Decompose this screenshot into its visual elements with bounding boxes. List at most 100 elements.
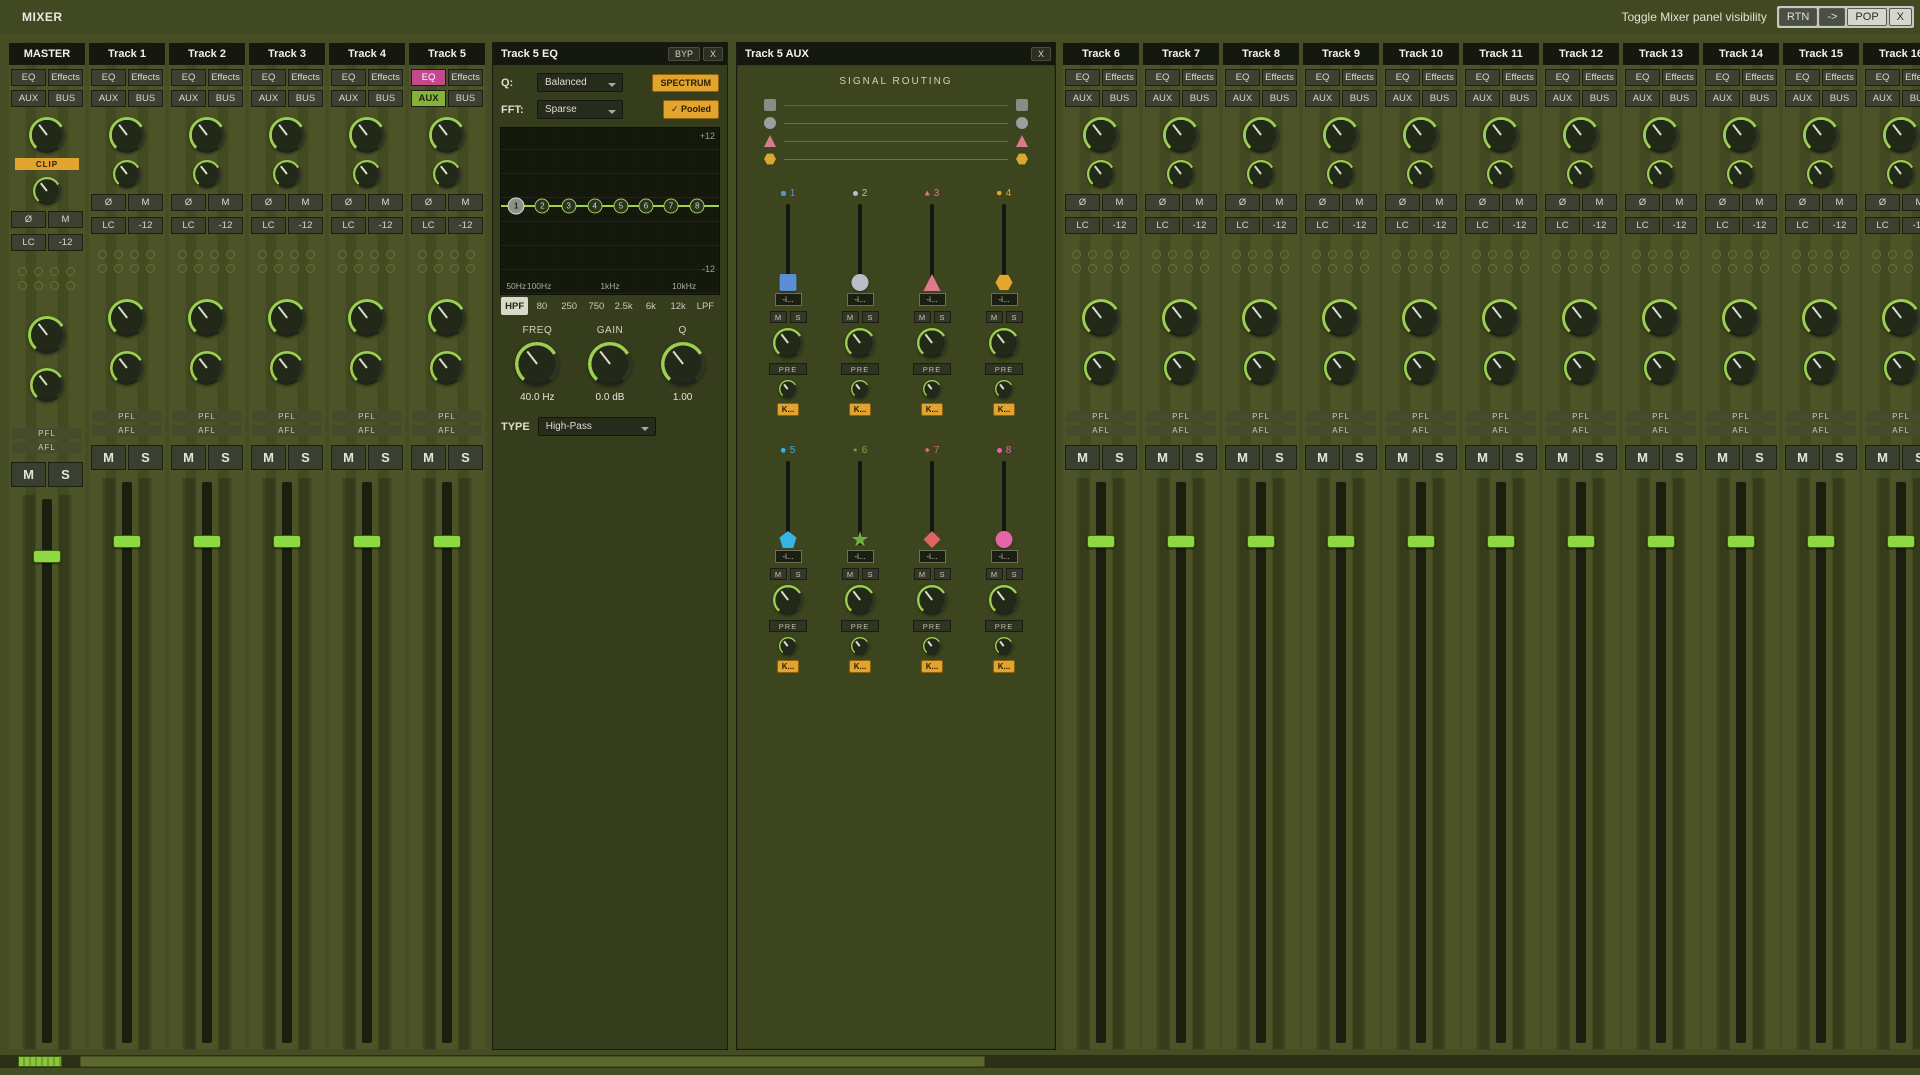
low-cut-button[interactable]: LC: [1385, 217, 1420, 234]
band-tab-lpf[interactable]: LPF: [692, 297, 719, 315]
pfl-button[interactable]: PFL: [12, 428, 82, 439]
mono-button[interactable]: M: [1582, 194, 1617, 211]
send-slot[interactable]: [1200, 264, 1209, 273]
pan-knob[interactable]: [1322, 299, 1360, 337]
solo-button[interactable]: S: [1582, 445, 1617, 470]
send-slot[interactable]: [1488, 264, 1497, 273]
trim-db-button[interactable]: -12: [1902, 217, 1920, 234]
fader-handle[interactable]: [113, 535, 141, 549]
mute-button[interactable]: M: [1785, 445, 1820, 470]
send-slot[interactable]: [338, 250, 347, 259]
pfl-button[interactable]: PFL: [1226, 411, 1296, 422]
fader[interactable]: [1223, 478, 1299, 1049]
send-slot[interactable]: [1552, 250, 1561, 259]
send-slot[interactable]: [1664, 250, 1673, 259]
trim-knob[interactable]: [1247, 160, 1275, 188]
send-value[interactable]: -i...: [774, 293, 802, 306]
width-knob[interactable]: [1404, 351, 1438, 385]
pan-knob[interactable]: [28, 316, 66, 354]
phase-button[interactable]: Ø: [251, 194, 286, 211]
send-fader-handle[interactable]: [923, 274, 941, 291]
pfl-button[interactable]: PFL: [412, 411, 482, 422]
trim-db-button[interactable]: -12: [448, 217, 483, 234]
pan-knob[interactable]: [1882, 299, 1920, 337]
scrollbar-thumb[interactable]: [80, 1056, 985, 1067]
effects-button[interactable]: Effects: [208, 69, 243, 86]
low-cut-button[interactable]: LC: [1145, 217, 1180, 234]
band-tab-hpf[interactable]: HPF: [501, 297, 529, 315]
trim-db-button[interactable]: -12: [368, 217, 403, 234]
send-slot[interactable]: [1408, 250, 1417, 259]
horizontal-scrollbar[interactable]: [0, 1055, 1920, 1068]
pfl-button[interactable]: PFL: [172, 411, 242, 422]
send-fader-handle[interactable]: [851, 531, 869, 547]
fader-handle[interactable]: [1247, 535, 1275, 549]
send-slot[interactable]: [1632, 250, 1641, 259]
pan-knob[interactable]: [1242, 299, 1280, 337]
send-slot[interactable]: [1360, 264, 1369, 273]
send-slot[interactable]: [1632, 264, 1641, 273]
send-mute-button[interactable]: M: [841, 311, 859, 323]
low-cut-button[interactable]: LC: [251, 217, 286, 234]
trim-db-button[interactable]: -12: [1742, 217, 1777, 234]
fader[interactable]: [1543, 478, 1619, 1049]
solo-button[interactable]: S: [48, 462, 83, 487]
send-slot[interactable]: [434, 250, 443, 259]
trim-knob[interactable]: [113, 160, 141, 188]
send-slot[interactable]: [66, 267, 75, 276]
trim-db-button[interactable]: -12: [1342, 217, 1377, 234]
fader[interactable]: [1383, 478, 1459, 1049]
fader-handle[interactable]: [1167, 535, 1195, 549]
send-slot[interactable]: [370, 250, 379, 259]
send-slot[interactable]: [1152, 250, 1161, 259]
send-slot[interactable]: [290, 264, 299, 273]
bus-button[interactable]: BUS: [1582, 90, 1617, 107]
eq-button[interactable]: EQ: [1305, 69, 1340, 86]
send-slot[interactable]: [1760, 250, 1769, 259]
trim-db-button[interactable]: -12: [48, 234, 83, 251]
eq-node-3[interactable]: 3: [561, 198, 577, 214]
send-slot[interactable]: [1744, 264, 1753, 273]
eq-node-1[interactable]: 1: [507, 197, 525, 215]
send-slot[interactable]: [1568, 250, 1577, 259]
pan-knob[interactable]: [348, 299, 386, 337]
solo-button[interactable]: S: [1102, 445, 1137, 470]
low-cut-button[interactable]: LC: [1065, 217, 1100, 234]
send-trim-knob[interactable]: [851, 637, 869, 655]
send-key-button[interactable]: K...: [993, 403, 1015, 416]
mono-button[interactable]: M: [1502, 194, 1537, 211]
afl-button[interactable]: AFL: [92, 425, 162, 436]
send-value[interactable]: -i...: [774, 550, 802, 563]
send-slot[interactable]: [1840, 264, 1849, 273]
send-fader-handle[interactable]: [995, 274, 1013, 291]
trim-knob[interactable]: [1167, 160, 1195, 188]
send-slot[interactable]: [1872, 264, 1881, 273]
mono-button[interactable]: M: [48, 211, 83, 228]
fader[interactable]: [169, 478, 245, 1049]
send-slot[interactable]: [306, 264, 315, 273]
trim-db-button[interactable]: -12: [1262, 217, 1297, 234]
bus-button[interactable]: BUS: [1502, 90, 1537, 107]
send-slot[interactable]: [1472, 250, 1481, 259]
afl-button[interactable]: AFL: [1226, 425, 1296, 436]
fader-handle[interactable]: [1647, 535, 1675, 549]
afl-button[interactable]: AFL: [1466, 425, 1536, 436]
send-trim-knob[interactable]: [851, 380, 869, 398]
pan-knob[interactable]: [1482, 299, 1520, 337]
mono-button[interactable]: M: [1742, 194, 1777, 211]
fader[interactable]: [1303, 478, 1379, 1049]
solo-button[interactable]: S: [448, 445, 483, 470]
send-trim-knob[interactable]: [779, 637, 797, 655]
aux-button[interactable]: AUX: [1065, 90, 1100, 107]
send-solo-button[interactable]: S: [1005, 568, 1023, 580]
send-slot[interactable]: [1904, 264, 1913, 273]
send-pan-knob[interactable]: [773, 585, 803, 615]
eq-button[interactable]: EQ: [91, 69, 126, 86]
eq-button[interactable]: EQ: [1145, 69, 1180, 86]
send-pan-knob[interactable]: [845, 328, 875, 358]
pre-post-button[interactable]: PRE: [985, 620, 1023, 632]
trim-knob[interactable]: [1567, 160, 1595, 188]
low-cut-button[interactable]: LC: [1865, 217, 1900, 234]
low-cut-button[interactable]: LC: [1545, 217, 1580, 234]
band-tab-250[interactable]: 250: [556, 297, 583, 315]
